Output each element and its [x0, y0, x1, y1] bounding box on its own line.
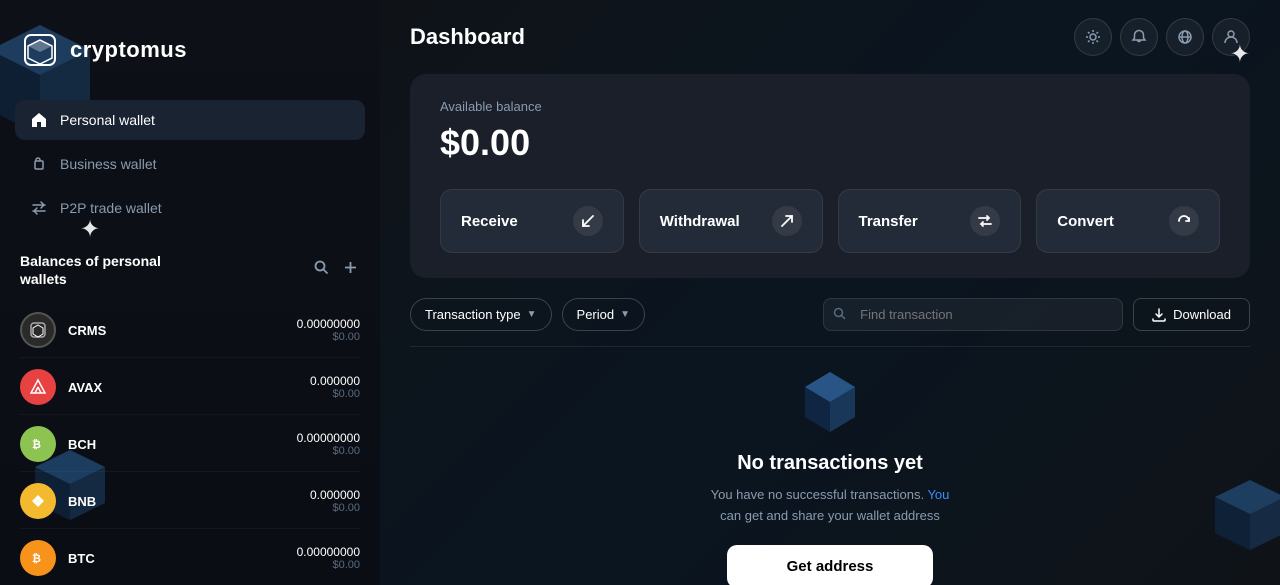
coin-symbol-bnb: BNB [68, 494, 298, 509]
empty-text-link: You [927, 487, 949, 502]
convert-icon [1169, 206, 1199, 236]
transaction-type-chevron: ▼ [527, 309, 537, 320]
empty-text-part1: You have no successful transactions. [711, 487, 928, 502]
sidebar-item-p2p-trade-wallet[interactable]: P2P trade wallet [15, 188, 365, 228]
coin-amount-bch: 0.00000000 [297, 431, 360, 445]
home-icon [30, 111, 48, 129]
transactions-section: Transaction type ▼ Period ▼ [410, 298, 1250, 585]
personal-wallet-label: Personal wallet [60, 112, 155, 128]
svg-text:₿: ₿ [32, 553, 41, 565]
receive-button[interactable]: Receive [440, 189, 624, 253]
coin-amount-bnb: 0.000000 [310, 488, 360, 502]
main-content: Dashboard [380, 0, 1280, 585]
sidebar-item-personal-wallet[interactable]: Personal wallet [15, 100, 365, 140]
top-bar: Dashboard [380, 0, 1280, 74]
wallet-item-crms[interactable]: CRMS 0.00000000 $0.00 [20, 303, 360, 358]
coin-usd-bnb: $0.00 [310, 502, 360, 514]
app-name: cryptomus [70, 37, 187, 63]
page-title: Dashboard [410, 24, 525, 50]
wallet-list: CRMS 0.00000000 $0.00 AVAX 0.000000 [20, 303, 360, 585]
coin-amount-crms: 0.00000000 [297, 317, 360, 331]
search-icon [833, 307, 846, 323]
empty-text: You have no successful transactions. You… [711, 485, 950, 527]
coin-usd-bch: $0.00 [297, 445, 360, 457]
search-input[interactable] [823, 298, 1123, 331]
transaction-type-label: Transaction type [425, 307, 521, 322]
coin-usd-avax: $0.00 [310, 388, 360, 400]
withdrawal-label: Withdrawal [660, 213, 740, 230]
sidebar: cryptomus Personal wallet Business walle… [0, 0, 380, 585]
sidebar-item-business-wallet[interactable]: Business wallet [15, 144, 365, 184]
logo-icon [20, 30, 60, 70]
balances-section: Balances of personal wallets [0, 232, 380, 585]
coin-usd-crms: $0.00 [297, 331, 360, 343]
period-filter[interactable]: Period ▼ [562, 298, 645, 331]
coin-symbol-btc: BTC [68, 551, 285, 566]
search-wallets-button[interactable] [312, 258, 331, 282]
coin-symbol-crms: CRMS [68, 323, 285, 338]
transaction-type-filter[interactable]: Transaction type ▼ [410, 298, 552, 331]
top-bar-actions [1074, 18, 1250, 56]
balance-label: Available balance [440, 99, 1220, 114]
receive-icon [573, 206, 603, 236]
brightness-button[interactable] [1074, 18, 1112, 56]
empty-text-part2: can get and share your wallet address [720, 508, 940, 523]
download-label: Download [1173, 307, 1231, 322]
get-address-button[interactable]: Get address [727, 545, 934, 585]
coin-symbol-avax: AVAX [68, 380, 298, 395]
briefcase-icon [30, 155, 48, 173]
add-wallet-button[interactable] [341, 258, 360, 282]
receive-label: Receive [461, 213, 518, 230]
period-label: Period [577, 307, 615, 322]
empty-state: No transactions yet You have no successf… [410, 347, 1250, 585]
convert-label: Convert [1057, 213, 1114, 230]
balance-card: Available balance $0.00 Receive Withdraw… [410, 74, 1250, 278]
language-button[interactable] [1166, 18, 1204, 56]
p2p-wallet-label: P2P trade wallet [60, 200, 162, 216]
balances-title: Balances of personal wallets [20, 252, 190, 288]
wallet-item-bnb[interactable]: BNB 0.000000 $0.00 [20, 474, 360, 529]
coin-amount-btc: 0.00000000 [297, 545, 360, 559]
notifications-button[interactable] [1120, 18, 1158, 56]
coin-amount-avax: 0.000000 [310, 374, 360, 388]
wallet-item-bch[interactable]: ₿ BCH 0.00000000 $0.00 [20, 417, 360, 472]
coin-usd-btc: $0.00 [297, 559, 360, 571]
transfer-icon [970, 206, 1000, 236]
transfer-label: Transfer [859, 213, 918, 230]
wallet-item-btc[interactable]: ₿ BTC 0.00000000 $0.00 [20, 531, 360, 585]
transfer-button[interactable]: Transfer [838, 189, 1022, 253]
empty-title: No transactions yet [737, 452, 923, 475]
coin-symbol-bch: BCH [68, 437, 285, 452]
wallet-item-avax[interactable]: AVAX 0.000000 $0.00 [20, 360, 360, 415]
transactions-toolbar: Transaction type ▼ Period ▼ [410, 298, 1250, 331]
convert-button[interactable]: Convert [1036, 189, 1220, 253]
transaction-search-bar [823, 298, 1123, 331]
action-buttons: Receive Withdrawal Trans [440, 189, 1220, 253]
withdrawal-button[interactable]: Withdrawal [639, 189, 823, 253]
withdrawal-icon [772, 206, 802, 236]
sidebar-nav: Personal wallet Business wallet P2P trad… [0, 100, 380, 228]
balance-amount: $0.00 [440, 122, 1220, 164]
svg-text:₿: ₿ [32, 439, 41, 451]
star-decoration-right: ✦ [1230, 40, 1250, 69]
period-chevron: ▼ [620, 309, 630, 320]
empty-state-cube [795, 367, 865, 437]
arrows-icon [30, 199, 48, 217]
logo-area: cryptomus [0, 20, 380, 100]
download-button[interactable]: Download [1133, 298, 1250, 331]
get-address-label: Get address [787, 558, 874, 575]
business-wallet-label: Business wallet [60, 156, 157, 172]
